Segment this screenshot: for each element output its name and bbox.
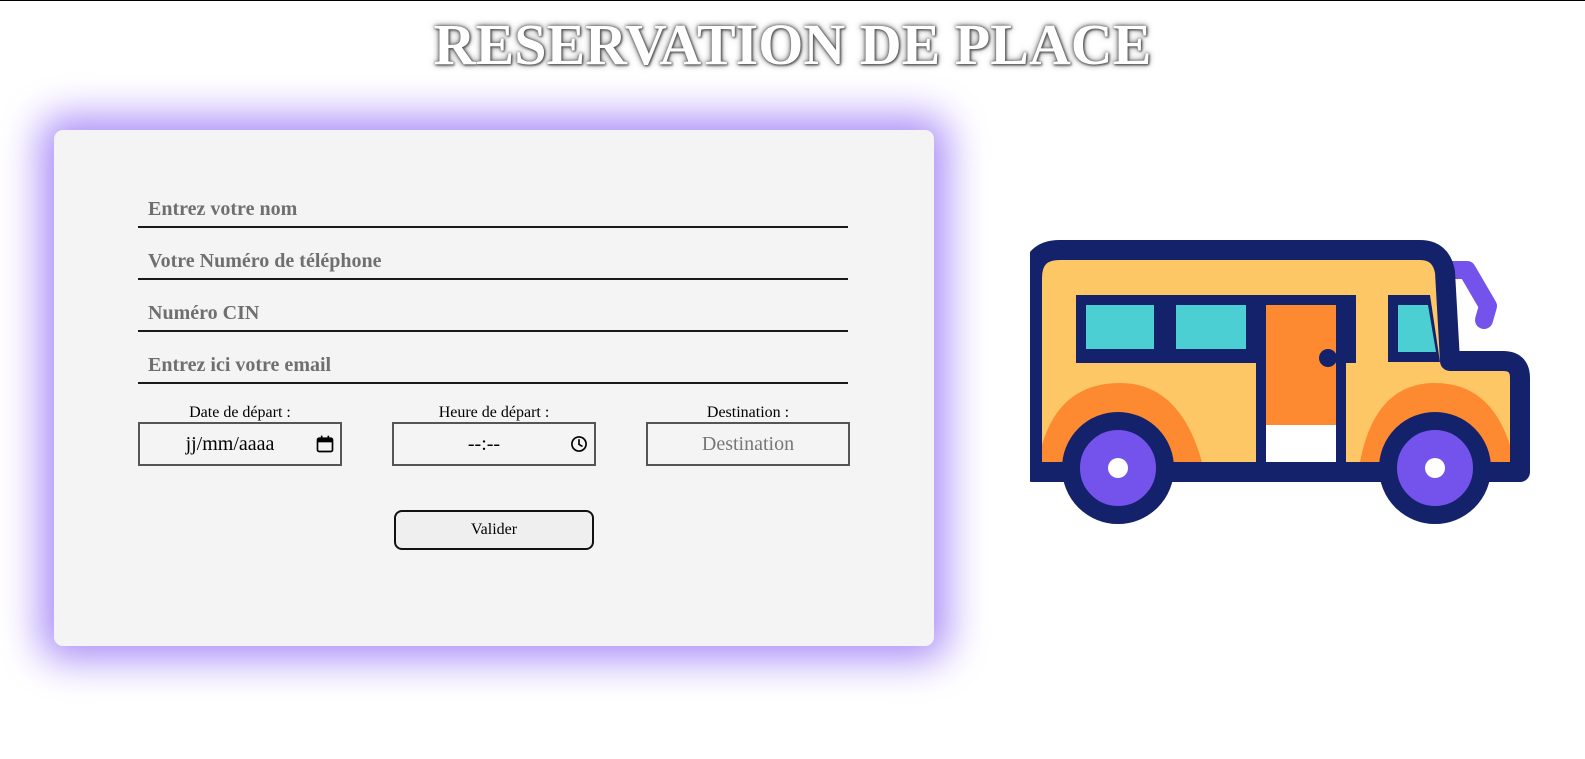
reservation-form: Date de départ : jj/mm/aaaa Heure de dép… [54, 130, 934, 646]
departure-date-input[interactable]: jj/mm/aaaa [138, 422, 342, 466]
departure-date-group: Date de départ : jj/mm/aaaa [138, 404, 342, 466]
departure-time-label: Heure de départ : [438, 404, 550, 421]
calendar-icon[interactable] [315, 434, 335, 454]
cin-input[interactable] [138, 296, 848, 332]
name-input[interactable] [138, 192, 848, 228]
phone-input[interactable] [138, 244, 848, 280]
email-input[interactable] [138, 348, 848, 384]
destination-group: Destination : [646, 404, 850, 466]
departure-time-value: --:-- [467, 432, 501, 455]
destination-label: Destination : [706, 404, 790, 421]
clock-icon[interactable] [569, 434, 589, 454]
bus-icon [1030, 240, 1530, 524]
submit-button[interactable]: Valider [394, 510, 594, 550]
top-border [0, 0, 1585, 1]
page-title: RESERVATION DE PLACE [433, 12, 1152, 77]
destination-input[interactable] [646, 422, 850, 466]
departure-date-value: jj/mm/aaaa [185, 432, 275, 455]
departure-time-group: Heure de départ : --:-- [392, 404, 596, 466]
departure-date-label: Date de départ : [189, 404, 291, 421]
departure-time-input[interactable]: --:-- [392, 422, 596, 466]
